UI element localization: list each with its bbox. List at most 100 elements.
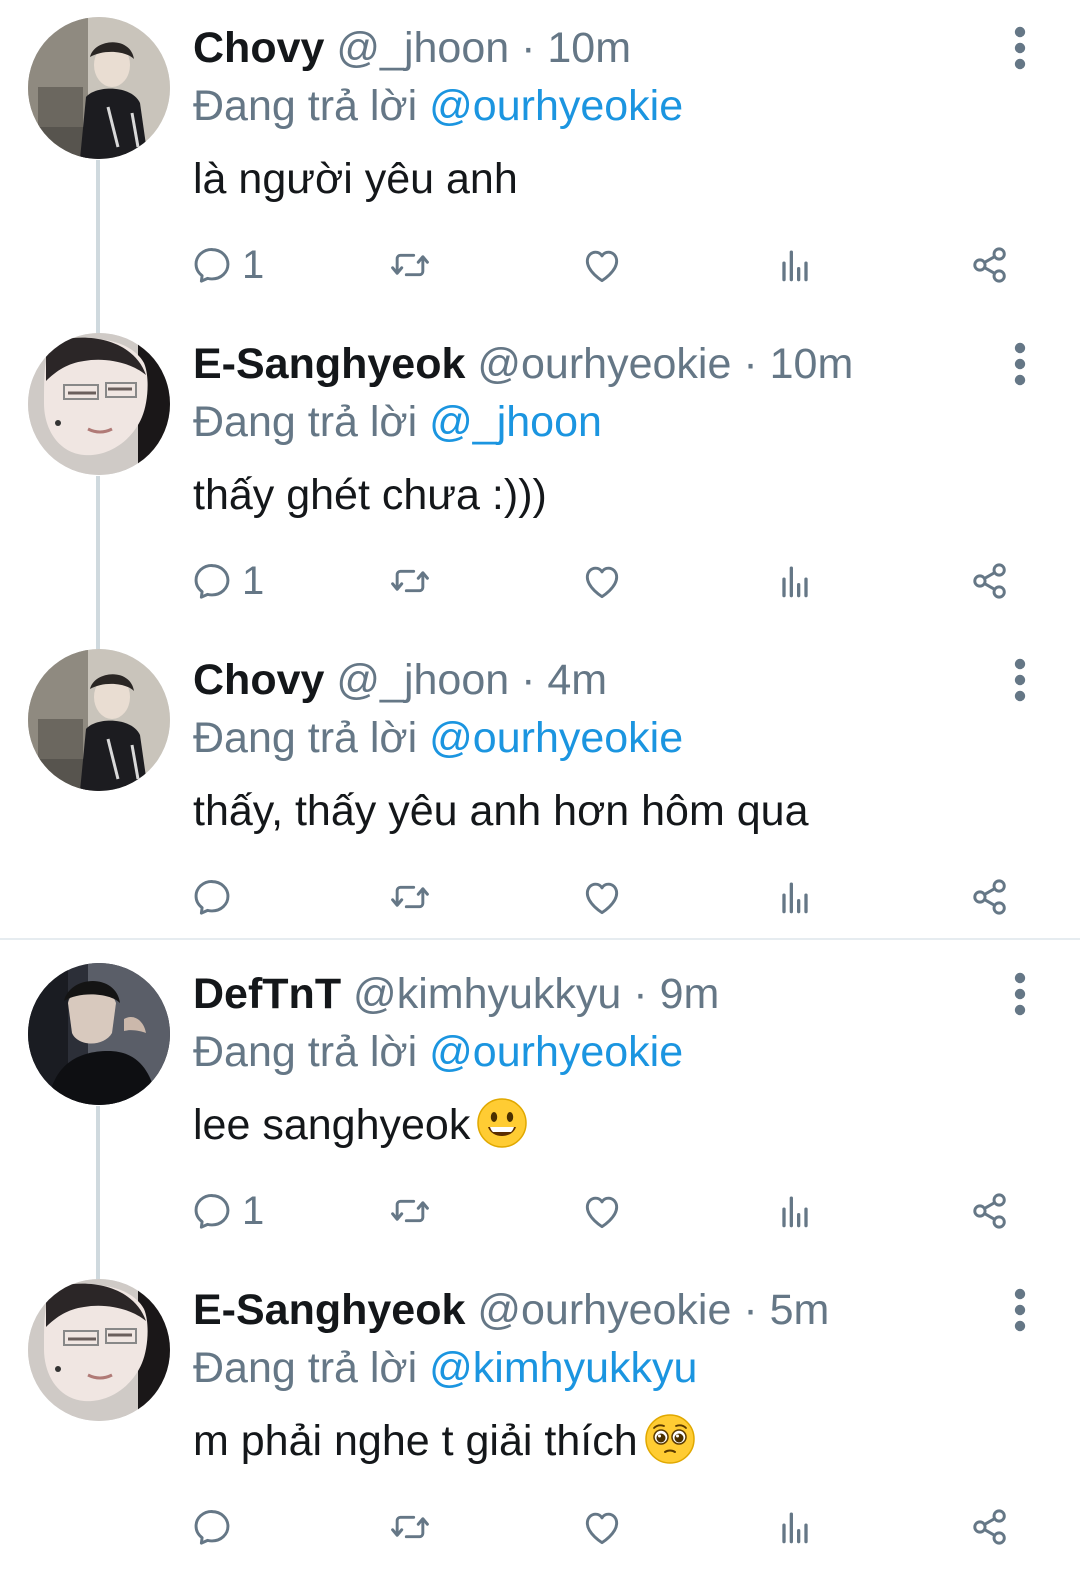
separator-dot: · [633, 970, 648, 1018]
more-vertical-icon[interactable] [1000, 340, 1040, 388]
replying-to: Đang trả lời @ourhyeokie [193, 1024, 683, 1080]
separator-dot: · [521, 24, 536, 72]
display-name[interactable]: Chovy [193, 24, 324, 72]
tweet-text: thấy ghét chưa :))) [193, 471, 547, 519]
analytics-button[interactable] [773, 874, 817, 920]
analytics-icon [773, 243, 817, 287]
retweet-icon [388, 243, 432, 287]
replying-to-label: Đang trả lời [193, 398, 418, 446]
avatar[interactable] [28, 649, 170, 791]
tweet[interactable]: Chovy @_jhoon · 4m Đang trả lời @ourhyeo… [0, 632, 1080, 948]
analytics-icon [773, 875, 817, 919]
timestamp[interactable]: 5m [770, 1286, 830, 1334]
tweet-text: lee sanghyeok [193, 1096, 528, 1154]
more-vertical-icon[interactable] [1000, 970, 1040, 1018]
retweet-icon [388, 1505, 432, 1549]
tweet[interactable]: Chovy @_jhoon · 10m Đang trả lời @ourhye… [0, 0, 1080, 316]
mention-link[interactable]: @_jhoon [429, 398, 602, 446]
retweet-button[interactable] [388, 558, 432, 604]
separator-dot: · [743, 1286, 758, 1334]
avatar[interactable] [28, 963, 170, 1105]
display-name[interactable]: Chovy [193, 656, 324, 704]
like-button[interactable] [580, 558, 624, 604]
analytics-button[interactable] [773, 242, 817, 288]
tweet-text: là người yêu anh [193, 155, 518, 203]
replying-to: Đang trả lời @ourhyeokie [193, 78, 683, 134]
heart-icon [580, 243, 624, 287]
user-handle[interactable]: @ourhyeokie [477, 340, 731, 388]
retweet-button[interactable] [388, 1188, 432, 1234]
replying-to: Đang trả lời @ourhyeokie [193, 710, 683, 766]
retweet-icon [388, 559, 432, 603]
tweet[interactable]: DefTnT @kimhyukkyu · 9m Đang trả lời @ou… [0, 946, 1080, 1262]
tweet-text: thấy, thấy yêu anh hơn hôm qua [193, 787, 809, 835]
user-handle[interactable]: @_jhoon [336, 656, 509, 704]
mention-link[interactable]: @kimhyukkyu [429, 1344, 697, 1392]
tweet-header: DefTnT @kimhyukkyu · 9m [193, 966, 719, 1022]
mention-link[interactable]: @ourhyeokie [429, 714, 683, 762]
display-name[interactable]: E-Sanghyeok [193, 1286, 465, 1334]
retweet-button[interactable] [388, 1504, 432, 1550]
user-handle[interactable]: @ourhyeokie [477, 1286, 731, 1334]
reply-button[interactable]: 1 [190, 1188, 264, 1234]
like-button[interactable] [580, 1504, 624, 1550]
tweet-header: Chovy @_jhoon · 10m [193, 20, 631, 76]
avatar[interactable] [28, 17, 170, 159]
timestamp[interactable]: 10m [547, 24, 631, 72]
heart-icon [580, 1189, 624, 1233]
mention-link[interactable]: @ourhyeokie [429, 1028, 683, 1076]
reply-button[interactable] [190, 1504, 242, 1550]
tweet[interactable]: E-Sanghyeok @ourhyeokie · 10m Đang trả l… [0, 316, 1080, 632]
analytics-icon [773, 1189, 817, 1233]
like-button[interactable] [580, 874, 624, 920]
tweet-actions: 1 [0, 220, 1080, 310]
more-vertical-icon[interactable] [1000, 656, 1040, 704]
share-button[interactable] [968, 1504, 1012, 1550]
user-handle[interactable]: @kimhyukkyu [353, 970, 621, 1018]
tweet-actions: 1 [0, 536, 1080, 626]
replying-to-label: Đang trả lời [193, 1344, 418, 1392]
avatar[interactable] [28, 1279, 170, 1421]
grinning-face-emoji [476, 1097, 528, 1149]
share-button[interactable] [968, 558, 1012, 604]
timestamp[interactable]: 10m [770, 340, 854, 388]
replying-to-label: Đang trả lời [193, 1028, 418, 1076]
tweet-text-content: lee sanghyeok [193, 1101, 471, 1149]
timestamp[interactable]: 4m [547, 656, 607, 704]
retweet-icon [388, 1189, 432, 1233]
tweet-text-content: m phải nghe t giải thích [193, 1417, 638, 1465]
reply-icon [190, 243, 234, 287]
retweet-button[interactable] [388, 242, 432, 288]
like-button[interactable] [580, 242, 624, 288]
share-button[interactable] [968, 1188, 1012, 1234]
separator-dot: · [743, 340, 758, 388]
share-button[interactable] [968, 242, 1012, 288]
retweet-button[interactable] [388, 874, 432, 920]
analytics-button[interactable] [773, 1504, 817, 1550]
reply-icon [190, 1189, 234, 1233]
timestamp[interactable]: 9m [660, 970, 720, 1018]
like-button[interactable] [580, 1188, 624, 1234]
mention-link[interactable]: @ourhyeokie [429, 82, 683, 130]
reply-button[interactable] [190, 874, 242, 920]
share-button[interactable] [968, 874, 1012, 920]
heart-icon [580, 559, 624, 603]
more-vertical-icon[interactable] [1000, 1286, 1040, 1334]
tweet[interactable]: E-Sanghyeok @ourhyeokie · 5m Đang trả lờ… [0, 1262, 1080, 1578]
analytics-button[interactable] [773, 558, 817, 604]
reply-count: 1 [242, 243, 265, 287]
reply-button[interactable]: 1 [190, 242, 264, 288]
analytics-button[interactable] [773, 1188, 817, 1234]
more-vertical-icon[interactable] [1000, 24, 1040, 72]
heart-icon [580, 875, 624, 919]
reply-icon [190, 559, 234, 603]
reply-button[interactable]: 1 [190, 558, 264, 604]
tweet-header: E-Sanghyeok @ourhyeokie · 5m [193, 1282, 829, 1338]
share-icon [968, 559, 1012, 603]
share-icon [968, 1189, 1012, 1233]
user-handle[interactable]: @_jhoon [336, 24, 509, 72]
display-name[interactable]: E-Sanghyeok [193, 340, 465, 388]
avatar[interactable] [28, 333, 170, 475]
tweet-actions [0, 852, 1080, 942]
display-name[interactable]: DefTnT [193, 970, 341, 1018]
